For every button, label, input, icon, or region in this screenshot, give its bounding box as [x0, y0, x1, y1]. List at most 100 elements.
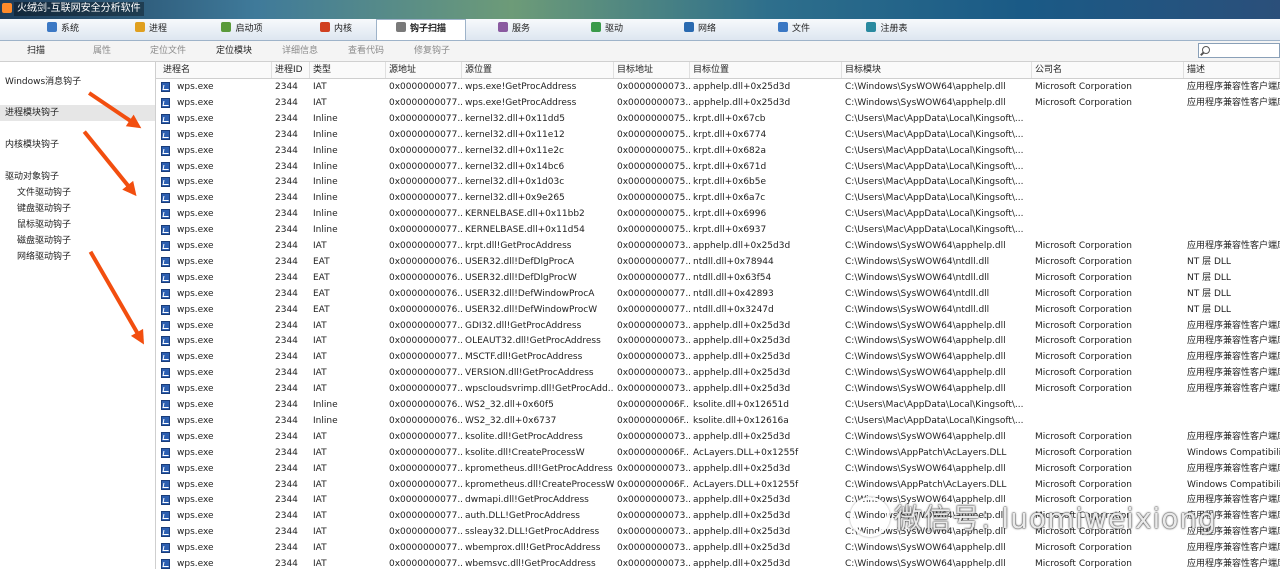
sidebar-item-5[interactable]: 文件驱动钩子: [17, 186, 71, 200]
table-cell: 0x0000000073...: [617, 495, 690, 506]
table-cell: GDI32.dll!GetProcAddress: [465, 320, 582, 331]
table-cell: [1184, 143, 1280, 159]
tab-4[interactable]: 内核: [292, 20, 380, 39]
column-header[interactable]: 描述: [1184, 62, 1280, 78]
toolbar-button-1[interactable]: 扫描: [27, 41, 45, 61]
toolbar-button-2[interactable]: 属性: [93, 41, 111, 61]
tab-7[interactable]: 驱动: [563, 20, 651, 39]
table-cell: wps.exe: [177, 479, 214, 490]
table-row[interactable]: wps.exe 2344 IAT 0x0000000077... MSCTF.dll!G…: [156, 349, 1280, 365]
table-cell: 应用程序兼容性客户端库: [1187, 336, 1280, 347]
table-row[interactable]: wps.exe 2344 EAT 0x0000000076... USER32.dll!…: [156, 270, 1280, 286]
sidebar-item-6[interactable]: 键盘驱动钩子: [17, 202, 71, 216]
table-cell: 0x0000000073...: [617, 543, 690, 554]
search-box[interactable]: [1198, 43, 1280, 58]
table-row[interactable]: wps.exe 2344 IAT 0x0000000077... kprometheus…: [156, 461, 1280, 477]
table-cell: 0x0000000077...: [389, 336, 462, 347]
table-row[interactable]: wps.exe 2344 Inline 0x0000000077... kernel32…: [156, 127, 1280, 143]
table-row[interactable]: wps.exe 2344 IAT 0x0000000077... ksolite.dll…: [156, 445, 1280, 461]
tab-5[interactable]: 钩子扫描: [376, 19, 466, 40]
toolbar-button-5[interactable]: 详细信息: [282, 41, 318, 61]
table-row[interactable]: wps.exe 2344 IAT 0x0000000077... OLEAUT32.dl…: [156, 333, 1280, 349]
table-row[interactable]: wps.exe 2344 IAT 0x0000000077... wbemprox.dl…: [156, 540, 1280, 556]
table-cell: IAT: [313, 447, 327, 458]
table-cell: 0x0000000075...: [617, 225, 690, 236]
table-row[interactable]: wps.exe 2344 IAT 0x0000000077... wps.exe!Get…: [156, 95, 1280, 111]
table-cell: wps.exe: [177, 511, 214, 522]
tab-2[interactable]: 进程: [107, 20, 195, 39]
table-cell: NT 层 DLL: [1187, 304, 1231, 315]
column-header[interactable]: 源位置: [462, 62, 614, 78]
tab-icon: [497, 22, 508, 32]
table-row[interactable]: wps.exe 2344 Inline 0x0000000077... KERNELBA…: [156, 206, 1280, 222]
table-row[interactable]: wps.exe 2344 EAT 0x0000000076... USER32.dll!…: [156, 302, 1280, 318]
table-cell: C:\Windows\SysWOW64\ntdll.dll: [845, 256, 990, 267]
search-input[interactable]: [1213, 44, 1273, 56]
table-row[interactable]: wps.exe 2344 IAT 0x0000000077... wps.exe!Get…: [156, 79, 1280, 95]
table-row[interactable]: wps.exe 2344 Inline 0x0000000077... KERNELBA…: [156, 222, 1280, 238]
table-row[interactable]: wps.exe 2344 Inline 0x0000000077... kernel32…: [156, 159, 1280, 175]
table-row[interactable]: wps.exe 2344 EAT 0x0000000076... USER32.dll!…: [156, 254, 1280, 270]
column-header[interactable]: 目标地址: [614, 62, 690, 78]
sidebar-item-8[interactable]: 磁盘驱动钩子: [17, 234, 71, 248]
table-cell: 0x000000006F...: [617, 447, 690, 458]
table-row[interactable]: wps.exe 2344 IAT 0x0000000077... wbemsvc.dll…: [156, 556, 1280, 569]
tab-10[interactable]: 注册表: [843, 20, 931, 39]
table-row[interactable]: wps.exe 2344 EAT 0x0000000076... USER32.dll!…: [156, 286, 1280, 302]
toolbar-button-6[interactable]: 查看代码: [348, 41, 384, 61]
tab-8[interactable]: 网络: [656, 20, 744, 39]
table-cell: 0x0000000077...: [389, 145, 462, 156]
process-file-icon: [161, 336, 170, 347]
column-header[interactable]: 公司名: [1032, 62, 1184, 78]
table-cell: 0x0000000077...: [389, 559, 462, 569]
table-cell: C:\Users\Mac\AppData\Local\Kingsoft\...: [845, 193, 1024, 204]
tab-6[interactable]: 服务: [470, 20, 558, 39]
table-cell: 0x0000000076...: [389, 415, 462, 426]
table-row[interactable]: wps.exe 2344 Inline 0x0000000077... kernel32…: [156, 190, 1280, 206]
process-file-icon: [161, 241, 170, 251]
sidebar-item-9[interactable]: 网络驱动钩子: [17, 250, 71, 264]
tab-icon: [221, 22, 232, 32]
table-cell: 0x0000000076...: [389, 304, 462, 315]
column-header[interactable]: 源地址: [386, 62, 462, 78]
column-header[interactable]: 进程名: [160, 62, 272, 78]
sidebar-item-4[interactable]: 驱动对象钩子: [5, 170, 59, 184]
table-row[interactable]: wps.exe 2344 Inline 0x0000000077... kernel32…: [156, 174, 1280, 190]
table-cell: Windows Compatibility: [1187, 447, 1280, 458]
table-row[interactable]: wps.exe 2344 IAT 0x0000000077... kprometheus…: [156, 477, 1280, 493]
search-icon[interactable]: [1202, 46, 1210, 54]
table-cell: IAT: [313, 479, 327, 490]
tab-3[interactable]: 启动项: [198, 20, 286, 39]
table-row[interactable]: wps.exe 2344 Inline 0x0000000076... WS2_32.d…: [156, 397, 1280, 413]
column-header[interactable]: 目标位置: [690, 62, 842, 78]
column-header[interactable]: 进程ID: [272, 62, 310, 78]
table-cell: 应用程序兼容性客户端库: [1187, 320, 1280, 331]
table-cell: wps.exe: [177, 82, 214, 92]
tab-icon: [134, 22, 145, 32]
table-row[interactable]: wps.exe 2344 IAT 0x0000000077... wpscloudsvr…: [156, 381, 1280, 397]
tab-1[interactable]: 系统: [19, 20, 107, 39]
column-header[interactable]: 目标模块: [842, 62, 1032, 78]
table-row[interactable]: wps.exe 2344 Inline 0x0000000077... kernel32…: [156, 143, 1280, 159]
table-row[interactable]: wps.exe 2344 IAT 0x0000000077... GDI32.dll!G…: [156, 318, 1280, 334]
toolbar-button-7[interactable]: 修复钩子: [414, 41, 450, 61]
sidebar-item-1[interactable]: Windows消息钩子: [5, 75, 81, 89]
sidebar-item-3[interactable]: 内核模块钩子: [5, 138, 59, 152]
table-row[interactable]: wps.exe 2344 IAT 0x0000000077... krpt.dll!Ge…: [156, 238, 1280, 254]
toolbar-button-4[interactable]: 定位模块: [216, 41, 252, 61]
column-header[interactable]: 类型: [310, 62, 386, 78]
table-cell: C:\Windows\SysWOW64\ntdll.dll: [845, 288, 990, 299]
wechat-logo-icon: [850, 497, 890, 537]
table-row[interactable]: wps.exe 2344 IAT 0x0000000077... VERSION.dll…: [156, 365, 1280, 381]
table-row[interactable]: wps.exe 2344 Inline 0x0000000076... WS2_32.d…: [156, 413, 1280, 429]
hook-type-sidebar: Windows消息钩子 进程模块钩子 内核模块钩子 驱动对象钩子 文件驱动钩子 键盘驱动钩…: [0, 62, 156, 569]
table-row[interactable]: wps.exe 2344 Inline 0x0000000077... kernel32…: [156, 111, 1280, 127]
process-file-icon: [161, 320, 170, 331]
toolbar-button-3[interactable]: 定位文件: [150, 41, 186, 61]
table-cell: C:\Users\Mac\AppData\Local\Kingsoft\...: [845, 177, 1024, 188]
tab-9[interactable]: 文件: [750, 20, 838, 39]
sidebar-item-7[interactable]: 鼠标驱动钩子: [17, 218, 71, 232]
table-cell: [1032, 174, 1184, 190]
table-row[interactable]: wps.exe 2344 IAT 0x0000000077... ksolite.dll…: [156, 429, 1280, 445]
table-cell: 0x0000000077...: [389, 129, 462, 140]
